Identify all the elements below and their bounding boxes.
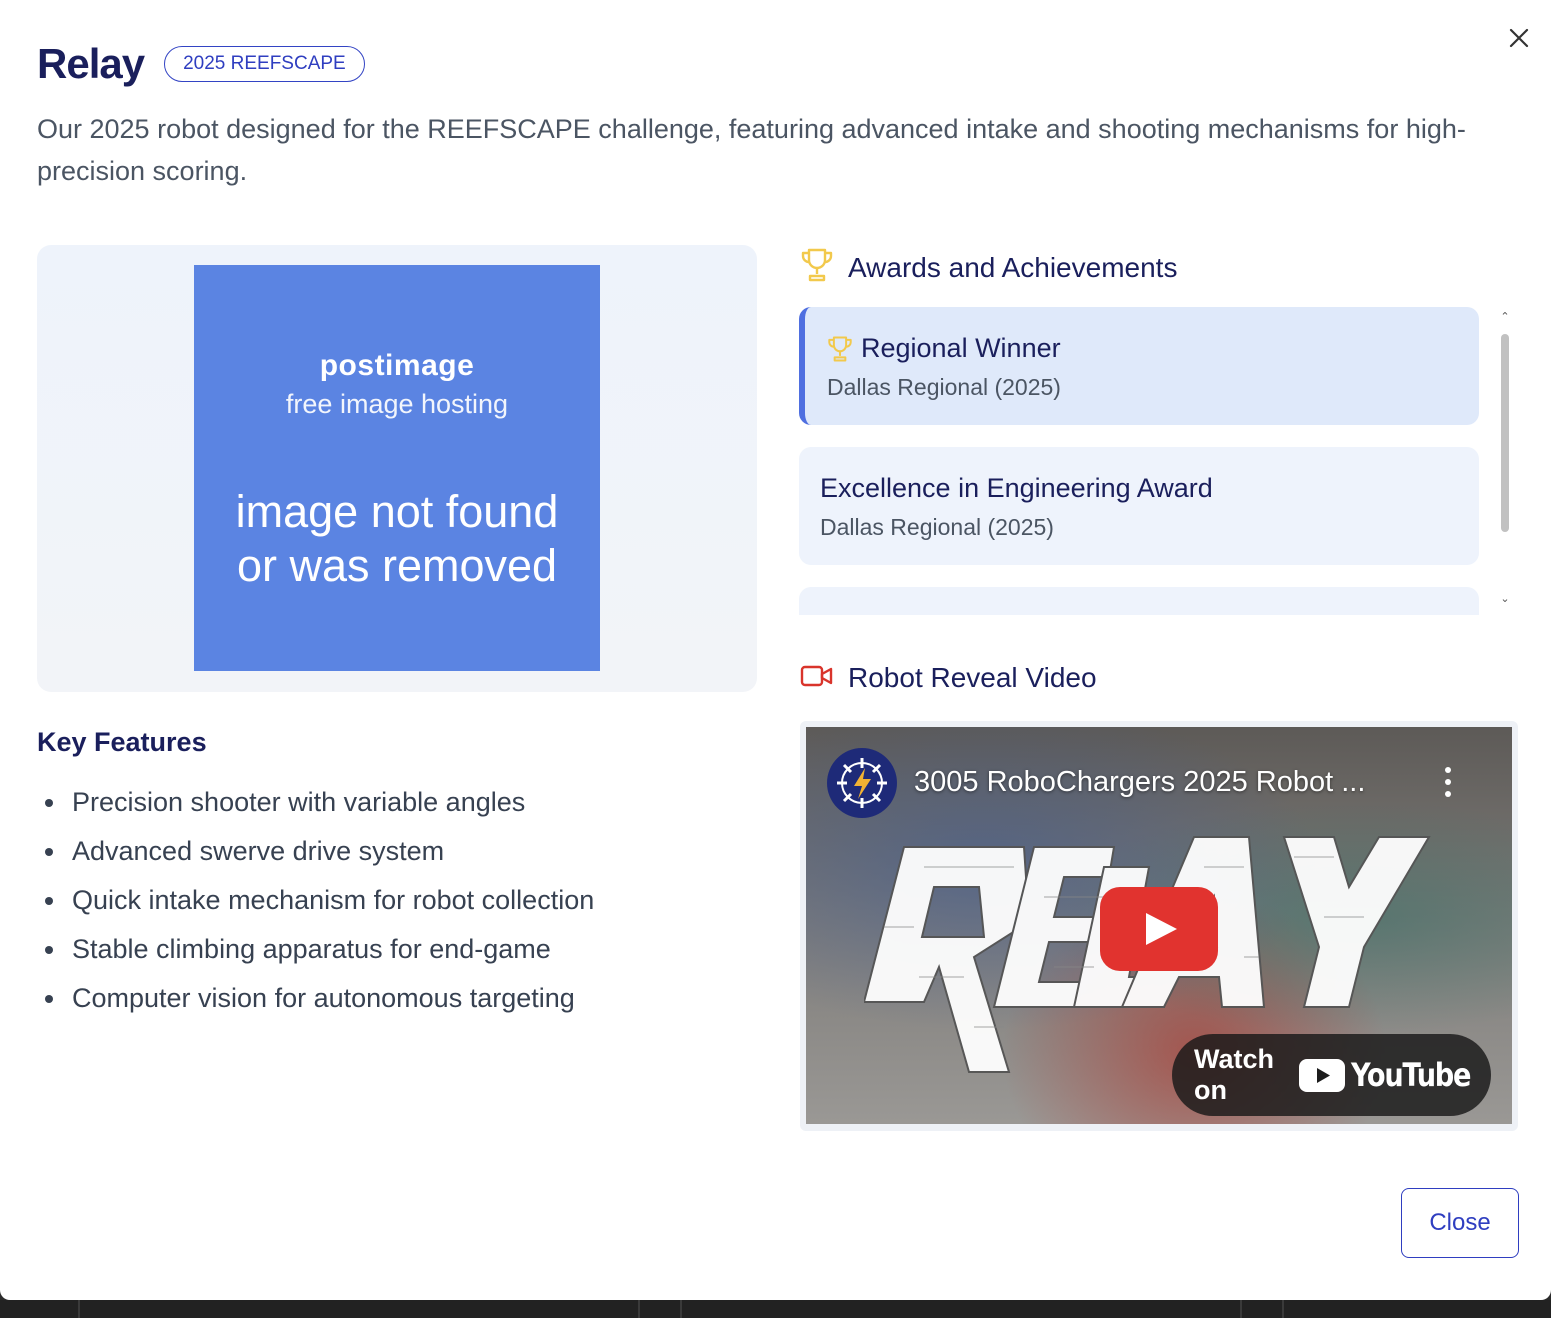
- robot-image-panel: postimage free image hosting image not f…: [37, 245, 757, 692]
- feature-text: Stable climbing apparatus for end-game: [72, 934, 551, 964]
- play-button[interactable]: [1100, 887, 1218, 976]
- feature-text: Advanced swerve drive system: [72, 836, 445, 866]
- award-event: Dallas Regional (2025): [827, 374, 1061, 400]
- placeholder-message-line1: image not found: [235, 486, 559, 537]
- video-title[interactable]: 3005 RoboChargers 2025 Robot ...: [914, 766, 1365, 799]
- channel-avatar[interactable]: [827, 748, 897, 818]
- list-item: Computer vision for autonomous targeting: [45, 974, 594, 1023]
- robot-detail-modal: Relay 2025 REEFSCAPE Our 2025 robot desi…: [0, 0, 1551, 1300]
- award-card-regional-winner[interactable]: Regional Winner Dallas Regional (2025): [799, 307, 1479, 425]
- scroll-up-icon[interactable]: ⌃: [1496, 310, 1514, 323]
- bullet-icon: [45, 798, 53, 807]
- awards-header: Awards and Achievements: [800, 247, 1177, 288]
- list-item: Quick intake mechanism for robot collect…: [45, 876, 594, 925]
- bullet-icon: [45, 847, 53, 856]
- video-section-title: Robot Reveal Video: [848, 662, 1097, 693]
- video-player[interactable]: 3005 RoboChargers 2025 Robot ... Watch o…: [806, 727, 1512, 1124]
- features-list: Precision shooter with variable angles A…: [45, 778, 594, 1023]
- placeholder-message-line2: or was removed: [236, 540, 558, 591]
- award-name: Regional Winner: [827, 333, 1061, 364]
- feature-text: Quick intake mechanism for robot collect…: [72, 885, 595, 915]
- feature-text: Precision shooter with variable angles: [72, 787, 526, 817]
- award-name-text: Excellence in Engineering Award: [820, 473, 1213, 503]
- awards-title: Awards and Achievements: [848, 251, 1178, 283]
- bullet-icon: [45, 994, 53, 1003]
- scroll-thumb[interactable]: [1501, 334, 1509, 532]
- placeholder-message: image not found or was removed: [194, 485, 600, 593]
- more-options-icon[interactable]: [1438, 767, 1458, 803]
- list-item: Precision shooter with variable angles: [45, 778, 594, 827]
- image-placeholder: postimage free image hosting image not f…: [194, 265, 600, 671]
- awards-scrollbar[interactable]: ⌃ ⌄: [1496, 310, 1514, 610]
- close-button[interactable]: Close: [1401, 1188, 1519, 1258]
- feature-text: Computer vision for autonomous targeting: [72, 983, 575, 1013]
- video-header: Robot Reveal Video: [800, 662, 1097, 694]
- youtube-wordmark: YouTube: [1350, 1056, 1471, 1094]
- watch-on-label: Watch on: [1194, 1044, 1274, 1105]
- robot-title: Relay: [37, 40, 145, 87]
- season-badge: 2025 REEFSCAPE: [164, 46, 365, 82]
- award-name-text: Regional Winner: [861, 333, 1061, 363]
- video-camera-icon: [800, 664, 834, 693]
- awards-list[interactable]: Regional Winner Dallas Regional (2025) E…: [799, 307, 1479, 615]
- trophy-icon: [827, 335, 853, 363]
- list-item: Advanced swerve drive system: [45, 827, 594, 876]
- award-event: Dallas Regional (2025): [820, 514, 1054, 540]
- robochargers-logo-icon: [837, 758, 887, 808]
- award-card-partial[interactable]: [799, 587, 1479, 615]
- bullet-icon: [45, 896, 53, 905]
- watch-on-youtube-button[interactable]: Watch on YouTube: [1172, 1034, 1491, 1116]
- placeholder-brand: postimage: [319, 349, 475, 382]
- award-card-excellence-engineering[interactable]: Excellence in Engineering Award Dallas R…: [799, 447, 1479, 565]
- award-name: Excellence in Engineering Award: [820, 473, 1213, 504]
- close-icon[interactable]: [1505, 24, 1533, 52]
- scroll-down-icon[interactable]: ⌄: [1496, 592, 1514, 605]
- background-page-edge: [0, 1300, 1551, 1318]
- bullet-icon: [45, 945, 53, 954]
- placeholder-subtitle: free image hosting: [285, 389, 509, 419]
- features-title: Key Features: [37, 727, 207, 757]
- youtube-logo-icon: YouTube: [1298, 1056, 1491, 1094]
- title-row: Relay 2025 REEFSCAPE: [37, 40, 365, 88]
- video-embed: 3005 RoboChargers 2025 Robot ... Watch o…: [800, 721, 1518, 1131]
- robot-description: Our 2025 robot designed for the REEFSCAP…: [37, 114, 1466, 186]
- trophy-icon: [800, 247, 834, 288]
- list-item: Stable climbing apparatus for end-game: [45, 925, 594, 974]
